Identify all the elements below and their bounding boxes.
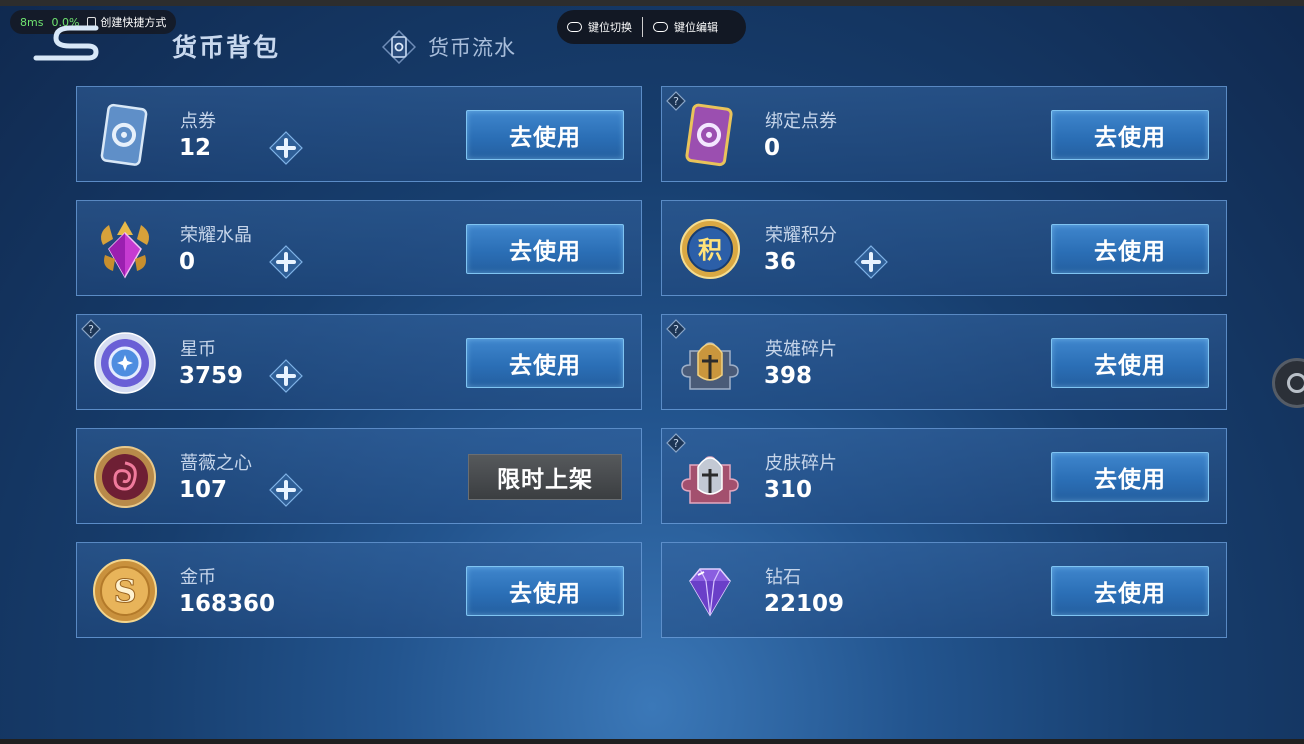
add-rose-heart-button[interactable] [269, 473, 303, 507]
currency-name: 荣耀水晶 [180, 225, 252, 246]
currency-amount: 168360 [179, 591, 276, 617]
create-shortcut-label: 创建快捷方式 [100, 16, 167, 29]
currency-amount: 22109 [764, 591, 845, 617]
use-hero-fragment-button[interactable]: 去使用 [1051, 338, 1209, 388]
currency-card-star-coin: ? 星币 3759 去使用 [76, 314, 642, 410]
back-button[interactable] [30, 24, 100, 62]
currency-amount: 36 [764, 249, 797, 275]
use-star-coin-button[interactable]: 去使用 [466, 338, 624, 388]
use-glory-crystal-button[interactable]: 去使用 [466, 224, 624, 274]
floating-side-button[interactable] [1272, 358, 1304, 408]
svg-text:S: S [113, 572, 136, 610]
limited-release-button[interactable]: 限时上架 [468, 454, 622, 500]
window-top-bar [0, 0, 1304, 6]
currency-card-gold-coin: S 金币 168360 去使用 [76, 542, 642, 638]
currency-name: 荣耀积分 [765, 225, 837, 246]
currency-name: 皮肤碎片 [765, 453, 837, 474]
currency-amount: 3759 [179, 363, 244, 389]
currency-name: 钻石 [765, 567, 801, 588]
currency-card-glory-points: 积 荣耀积分 36 去使用 [661, 200, 1227, 296]
add-ticket-button[interactable] [269, 131, 303, 165]
glory-points-icon: 积 [680, 219, 740, 279]
window-bottom-bar [0, 739, 1304, 744]
star-coin-icon [94, 332, 156, 394]
use-diamond-button[interactable]: 去使用 [1051, 566, 1209, 616]
add-glory-points-button[interactable] [854, 245, 888, 279]
currency-name: 金币 [180, 567, 216, 588]
currency-flow-tab[interactable]: 货币流水 [382, 30, 516, 64]
add-glory-crystal-button[interactable] [269, 245, 303, 279]
keymap-panel: 键位切换 键位编辑 [557, 10, 746, 44]
glory-crystal-icon [101, 221, 149, 279]
currency-card-ticket: 点券 12 去使用 [76, 86, 642, 182]
currency-card-glory-crystal: 荣耀水晶 0 去使用 [76, 200, 642, 296]
use-gold-coin-button[interactable]: 去使用 [466, 566, 624, 616]
use-glory-points-button[interactable]: 去使用 [1051, 224, 1209, 274]
currency-name: 英雄碎片 [765, 339, 837, 360]
rose-heart-icon [94, 446, 156, 508]
use-bound-ticket-button[interactable]: 去使用 [1051, 110, 1209, 160]
key-switch-button[interactable]: 键位切换 [557, 19, 642, 35]
use-skin-fragment-button[interactable]: 去使用 [1051, 452, 1209, 502]
currency-amount: 310 [764, 477, 813, 503]
key-edit-label: 键位编辑 [674, 21, 718, 34]
currency-amount: 398 [764, 363, 813, 389]
currency-name: 蔷薇之心 [180, 453, 252, 474]
bound-ticket-icon [685, 103, 733, 167]
key-edit-button[interactable]: 键位编辑 [643, 19, 728, 35]
ledger-icon [382, 30, 416, 64]
currency-card-diamond: 钻石 22109 去使用 [661, 542, 1227, 638]
hero-fragment-icon [681, 342, 739, 390]
currency-name: 绑定点券 [765, 111, 837, 132]
currency-name: 点券 [180, 111, 216, 132]
use-ticket-button[interactable]: 去使用 [466, 110, 624, 160]
key-switch-label: 键位切换 [588, 21, 632, 34]
svg-text:积: 积 [698, 236, 722, 264]
gamepad-icon [567, 22, 582, 32]
currency-card-rose-heart: 蔷薇之心 107 限时上架 [76, 428, 642, 524]
page-title: 货币背包 [172, 33, 281, 62]
back-arrow-icon [33, 25, 99, 61]
add-star-coin-button[interactable] [269, 359, 303, 393]
currency-card-bound-ticket: ? 绑定点券 0 去使用 [661, 86, 1227, 182]
diamond-icon [689, 568, 731, 617]
gear-icon [1287, 373, 1304, 393]
currency-amount: 0 [179, 249, 196, 275]
currency-flow-label: 货币流水 [428, 36, 516, 60]
gamepad-icon [653, 22, 668, 32]
currency-amount: 107 [179, 477, 228, 503]
ticket-icon [100, 103, 148, 166]
skin-fragment-icon [681, 456, 739, 504]
currency-amount: 12 [179, 135, 212, 161]
currency-card-hero-fragment: ? 英雄碎片 398 去使用 [661, 314, 1227, 410]
currency-amount: 0 [764, 135, 781, 161]
gold-coin-icon: S [93, 559, 157, 623]
currency-name: 星币 [180, 339, 216, 360]
currency-card-skin-fragment: ? 皮肤碎片 310 去使用 [661, 428, 1227, 524]
